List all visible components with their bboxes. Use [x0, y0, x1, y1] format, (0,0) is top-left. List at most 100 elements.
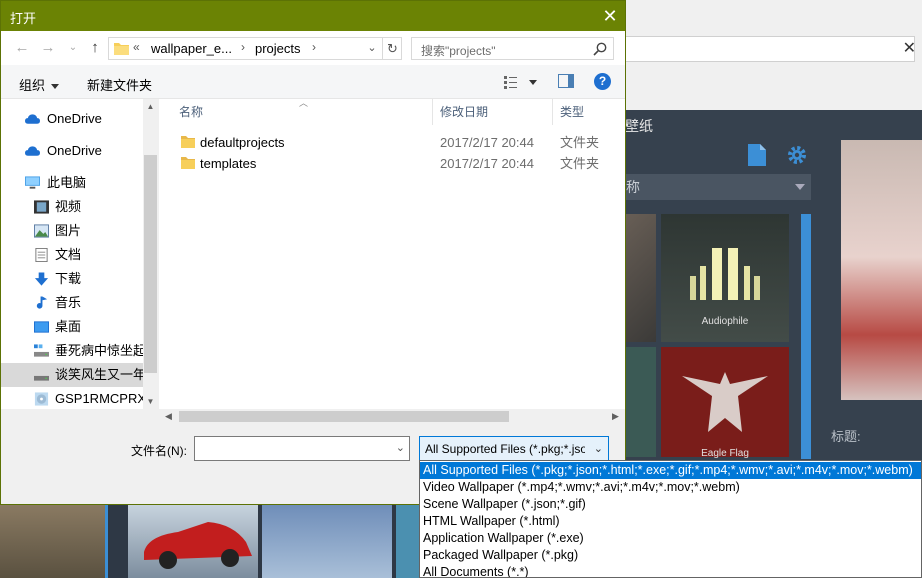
cloud-icon — [25, 114, 40, 124]
file-list-horizontal-scrollbar[interactable]: ◀ ▶ — [159, 409, 625, 424]
desktop-icon — [34, 321, 49, 333]
scroll-down-icon[interactable]: ▼ — [143, 397, 158, 406]
breadcrumb-wallpaper-engine[interactable]: wallpaper_e... — [151, 41, 232, 56]
nav-item-documents[interactable]: 文档 — [1, 243, 143, 267]
file-type: 文件夹 — [560, 156, 600, 171]
filename-input[interactable]: ⌄ — [194, 436, 410, 461]
folder-icon — [114, 43, 129, 55]
nav-item-pictures[interactable]: 图片 — [1, 219, 143, 243]
search-icon[interactable] — [593, 42, 607, 56]
chevron-down-icon — [51, 84, 60, 90]
breadcrumb-separator-icon[interactable]: › — [241, 40, 245, 54]
filetype-option-all-documents[interactable]: All Documents (*.*) — [420, 564, 921, 577]
nav-item-downloads[interactable]: 下载 — [1, 267, 143, 291]
download-icon — [34, 272, 49, 286]
file-list: ︿ 名称 修改日期 类型 defaultprojects 2017/2/17 2… — [159, 99, 625, 409]
file-type: 文件夹 — [560, 135, 600, 150]
preview-pane-icon[interactable] — [558, 74, 574, 88]
view-options-icon[interactable] — [503, 74, 539, 90]
filetype-option-scene[interactable]: Scene Wallpaper (*.json;*.gif) — [420, 496, 921, 513]
file-row[interactable]: templates 2017/2/17 20:44 文件夹 — [159, 153, 625, 174]
column-divider[interactable] — [432, 99, 433, 125]
audiophile-bars-icon — [690, 248, 760, 300]
nav-item-onedrive[interactable]: OneDrive — [1, 139, 143, 163]
scroll-corner — [1, 409, 158, 424]
file-modified: 2017/2/17 20:44 — [440, 156, 534, 171]
address-dropdown-icon[interactable]: ⌄ — [362, 38, 382, 59]
filetype-option-html[interactable]: HTML Wallpaper (*.html) — [420, 513, 921, 530]
filetype-selected-value: All Supported Files (*.pkg;*.json;*.html… — [425, 442, 585, 456]
filetype-option-packaged[interactable]: Packaged Wallpaper (*.pkg) — [420, 547, 921, 564]
file-icon[interactable] — [748, 144, 766, 166]
thumbnail-label: Eagle Flag — [701, 448, 749, 459]
column-header-name[interactable]: 名称 — [179, 99, 203, 125]
document-icon — [35, 248, 48, 262]
recent-locations-icon[interactable]: ⌄ — [64, 39, 82, 57]
navigation-pane-scrollbar[interactable]: ▲ ▼ — [143, 99, 158, 409]
file-name: templates — [200, 156, 257, 171]
car-image — [144, 522, 252, 569]
filetype-select[interactable]: All Supported Files (*.pkg;*.json;*.html… — [419, 436, 609, 461]
refresh-icon[interactable]: ↻ — [382, 38, 402, 59]
chevron-down-icon — [795, 184, 805, 190]
nav-item-desktop[interactable]: 桌面 — [1, 315, 143, 339]
breadcrumb-separator-icon[interactable]: › — [312, 40, 316, 54]
wallpaper-list-scrollbar[interactable] — [801, 214, 811, 459]
gear-icon[interactable] — [786, 144, 808, 166]
back-arrow-icon[interactable]: ← — [13, 39, 31, 57]
chevron-down-icon[interactable]: ⌄ — [594, 442, 603, 455]
wallpaper-thumbnail[interactable] — [0, 505, 108, 578]
scrollbar-thumb[interactable] — [144, 155, 157, 373]
disc-icon — [34, 392, 49, 406]
folder-icon — [181, 157, 195, 169]
help-icon[interactable]: ? — [594, 73, 611, 90]
column-divider[interactable] — [552, 99, 553, 125]
overflow-icon[interactable]: « — [133, 40, 140, 54]
search-input[interactable]: 搜索"projects" — [411, 37, 614, 60]
music-icon — [36, 296, 48, 309]
dialog-titlebar[interactable]: 打开 ✕ — [1, 1, 625, 31]
filetype-option-all-supported[interactable]: All Supported Files (*.pkg;*.json;*.html… — [420, 462, 921, 479]
computer-icon — [25, 176, 40, 189]
background-browser-strip: ✕ — [625, 0, 922, 110]
command-toolbar: 组织 新建文件夹 ? — [1, 65, 625, 99]
filetype-option-video[interactable]: Video Wallpaper (*.mp4;*.wmv;*.avi;*.m4v… — [420, 479, 921, 496]
folder-icon — [181, 136, 195, 148]
drive-icon — [34, 375, 49, 381]
new-folder-button[interactable]: 新建文件夹 — [87, 75, 152, 94]
forward-arrow-icon[interactable]: → — [39, 39, 57, 57]
scroll-up-icon[interactable]: ▲ — [143, 102, 158, 111]
cloud-icon — [25, 146, 40, 156]
filename-label: 文件名(N): — [131, 444, 187, 458]
filetype-option-application[interactable]: Application Wallpaper (*.exe) — [420, 530, 921, 547]
dialog-title: 打开 — [10, 11, 37, 26]
nav-item-disc-drive[interactable]: GSP1RMCPRXV — [1, 387, 155, 409]
drive-icon — [34, 344, 49, 357]
chevron-down-icon[interactable]: ⌄ — [396, 441, 405, 454]
nav-item-drive-d[interactable]: 谈笑风生又一年 — [1, 363, 146, 387]
sort-ascending-icon: ︿ — [299, 99, 309, 108]
wallpaper-title-label: 标题: — [831, 429, 861, 444]
scroll-left-icon[interactable]: ◀ — [161, 409, 176, 424]
nav-item-videos[interactable]: 视频 — [1, 195, 143, 219]
nav-item-music[interactable]: 音乐 — [1, 291, 143, 315]
breadcrumb-projects[interactable]: projects — [255, 41, 301, 56]
organize-button[interactable]: 组织 — [19, 75, 60, 94]
close-icon[interactable]: ✕ — [595, 1, 625, 31]
nav-item-onedrive[interactable]: OneDrive — [1, 107, 143, 131]
column-header-type[interactable]: 类型 — [560, 99, 584, 125]
scroll-right-icon[interactable]: ▶ — [608, 409, 623, 424]
nav-item-drive-c[interactable]: 垂死病中惊坐起 — [1, 339, 146, 363]
file-row[interactable]: defaultprojects 2017/2/17 20:44 文件夹 — [159, 132, 625, 153]
sort-select[interactable]: 称 — [618, 174, 811, 200]
nav-item-this-pc[interactable]: 此电脑 — [1, 171, 143, 195]
column-header-modified[interactable]: 修改日期 — [440, 99, 488, 125]
address-bar[interactable]: « wallpaper_e... › projects › ⌄ ↻ — [108, 37, 402, 60]
wallpaper-thumbnail[interactable] — [262, 505, 392, 578]
scrollbar-thumb[interactable] — [179, 411, 509, 422]
navigation-bar: ← → ⌄ ↑ « wallpaper_e... › projects › ⌄ … — [1, 31, 625, 65]
up-arrow-icon[interactable]: ↑ — [86, 39, 104, 57]
background-close-icon[interactable]: ✕ — [903, 38, 916, 58]
navigation-pane: OneDrive OneDrive 此电脑 视频 图片 文档 下载 音乐 桌面 … — [1, 99, 158, 409]
filetype-dropdown-list: All Supported Files (*.pkg;*.json;*.html… — [419, 460, 922, 578]
